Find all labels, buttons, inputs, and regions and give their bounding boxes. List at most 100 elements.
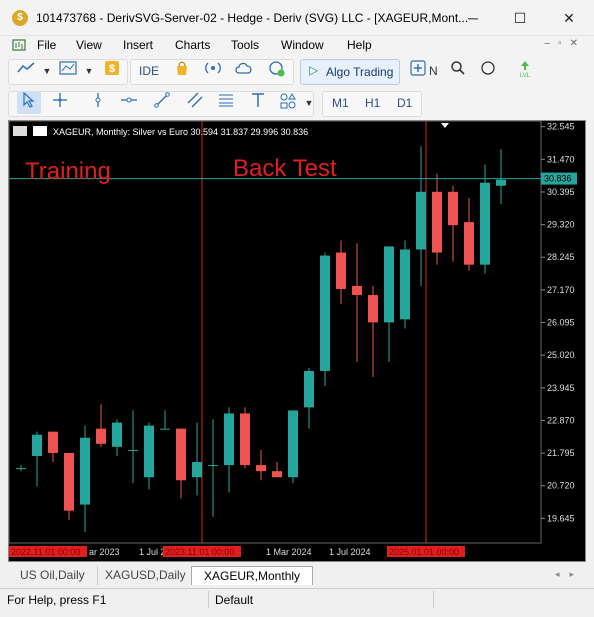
ide-button[interactable]: IDE bbox=[139, 64, 159, 78]
cloud-icon[interactable] bbox=[232, 60, 256, 82]
menu-insert[interactable]: Insert bbox=[123, 38, 153, 52]
annotation-backtest: Back Test bbox=[233, 155, 337, 182]
notifications-icon[interactable] bbox=[476, 60, 500, 82]
signals-icon[interactable] bbox=[201, 60, 225, 82]
candle-body bbox=[240, 413, 250, 466]
separator-date-label: 2025.01.01 00:00 bbox=[389, 547, 459, 557]
chart-tabs: US Oil,Daily XAGUSD,Daily XAGEUR,Monthly… bbox=[0, 564, 594, 586]
y-tick-label: 25.020 bbox=[547, 350, 575, 360]
channel-icon[interactable] bbox=[183, 92, 207, 114]
status-help-text: For Help, press F1 bbox=[7, 593, 107, 607]
menu-view[interactable]: View bbox=[76, 38, 102, 52]
fibonacci-icon[interactable] bbox=[214, 92, 238, 114]
candle-body bbox=[112, 422, 122, 447]
crosshair-icon[interactable] bbox=[48, 92, 72, 114]
algo-trading-label: Algo Trading bbox=[326, 65, 394, 79]
y-tick-label: 22.870 bbox=[547, 415, 575, 425]
tab-scroll-arrows[interactable]: ◂▸ bbox=[555, 569, 584, 580]
x-tick-label: ar 2023 bbox=[89, 547, 120, 557]
vertical-line-icon[interactable] bbox=[86, 92, 110, 114]
chart-symbol-icon bbox=[33, 126, 47, 136]
chevron-down-icon[interactable]: ▼ bbox=[77, 60, 101, 82]
tab-us-oil-daily[interactable]: US Oil,Daily bbox=[8, 566, 98, 585]
x-tick-label: 1 Jul 2 bbox=[139, 547, 166, 557]
tab-xagusd-daily[interactable]: XAGUSD,Daily bbox=[93, 566, 199, 585]
market-icon[interactable] bbox=[170, 60, 194, 82]
y-tick-label: 29.320 bbox=[547, 220, 575, 230]
close-button[interactable]: ✕ bbox=[546, 0, 592, 36]
status-separator bbox=[433, 591, 434, 608]
candle-body bbox=[224, 413, 234, 466]
mdi-window-controls[interactable]: –▫✕ bbox=[545, 38, 587, 49]
vps-icon[interactable] bbox=[265, 60, 289, 82]
candle-body bbox=[368, 295, 378, 323]
y-tick-label: 20.720 bbox=[547, 481, 575, 491]
new-order-label: N bbox=[429, 64, 438, 78]
new-order-icon[interactable] bbox=[406, 60, 430, 82]
annotation-training: Training bbox=[25, 158, 111, 185]
cursor-icon[interactable] bbox=[17, 91, 41, 114]
svg-text:LVL: LVL bbox=[520, 73, 531, 78]
candle-body bbox=[176, 428, 186, 481]
candle-body bbox=[192, 462, 202, 478]
menu-file[interactable]: File bbox=[37, 38, 56, 52]
timeframe-h1[interactable]: H1 bbox=[365, 96, 380, 110]
minimize-button[interactable]: ─ bbox=[450, 0, 496, 36]
title-bar: $ 101473768 - DerivSVG-Server-02 - Hedge… bbox=[0, 0, 594, 36]
status-profile: Default bbox=[215, 593, 254, 607]
chevron-down-icon[interactable]: ▼ bbox=[297, 92, 321, 114]
candle-body bbox=[320, 255, 330, 371]
candle-body bbox=[400, 249, 410, 320]
price-chart[interactable]: 32.545 31.470 30.395 29.320 28.245 27.170 26.0… bbox=[9, 121, 587, 563]
text-tool-icon[interactable] bbox=[246, 92, 270, 114]
separator-date-label: 2023.11.01 00:00 bbox=[165, 547, 234, 557]
current-price-label: 30.836 bbox=[544, 174, 572, 184]
y-tick-label: 23.945 bbox=[547, 383, 575, 393]
y-tick-label: 19.645 bbox=[547, 513, 575, 523]
candle-body bbox=[288, 410, 298, 478]
y-tick-label: 31.470 bbox=[547, 154, 575, 164]
chart-list-icon[interactable] bbox=[13, 126, 27, 136]
candle-body bbox=[384, 246, 394, 323]
y-tick-label: 27.170 bbox=[547, 285, 575, 295]
candle-body bbox=[416, 191, 426, 250]
y-tick-label: 28.245 bbox=[547, 252, 575, 262]
menu-charts[interactable]: Charts bbox=[175, 38, 210, 52]
candle-body bbox=[336, 252, 346, 289]
level-icon[interactable]: LVL bbox=[513, 60, 537, 82]
candle-body bbox=[144, 425, 154, 478]
x-tick-label: 1 Jul 2024 bbox=[329, 547, 371, 557]
menu-help[interactable]: Help bbox=[347, 38, 372, 52]
chart-shift-marker[interactable] bbox=[441, 123, 449, 128]
dollar-icon[interactable]: $ bbox=[100, 60, 124, 82]
candle-body bbox=[272, 471, 282, 478]
horizontal-line-icon[interactable] bbox=[117, 92, 141, 114]
candle-body bbox=[480, 182, 490, 265]
tab-xageur-monthly[interactable]: XAGEUR,Monthly bbox=[191, 566, 314, 585]
status-separator bbox=[208, 591, 209, 608]
menu-bar: File View Insert Charts Tools Window Hel… bbox=[0, 36, 594, 56]
candle-body bbox=[64, 452, 74, 511]
chart-window[interactable]: 32.545 31.470 30.395 29.320 28.245 27.170 26.0… bbox=[8, 120, 586, 562]
menu-window[interactable]: Window bbox=[281, 38, 324, 52]
trendline-icon[interactable] bbox=[150, 92, 174, 114]
candle-body bbox=[432, 191, 442, 253]
svg-text:$: $ bbox=[109, 63, 115, 75]
candle-body bbox=[304, 370, 314, 408]
timeframe-d1[interactable]: D1 bbox=[397, 96, 412, 110]
play-icon: ▷ bbox=[309, 63, 319, 77]
search-icon[interactable] bbox=[446, 60, 470, 82]
menu-tools[interactable]: Tools bbox=[231, 38, 259, 52]
chart-window-icon bbox=[12, 39, 26, 51]
separator-date-label: 2022.11.01 00:00 bbox=[11, 547, 80, 557]
candle-body bbox=[448, 191, 458, 226]
candle-body bbox=[48, 431, 58, 453]
status-bar: For Help, press F1 Default bbox=[0, 588, 594, 610]
candle-body bbox=[80, 437, 90, 505]
y-tick-label: 21.795 bbox=[547, 448, 575, 458]
candle-body bbox=[128, 449, 138, 451]
candle-body bbox=[496, 179, 506, 186]
timeframe-m1[interactable]: M1 bbox=[332, 96, 349, 110]
y-tick-label: 32.545 bbox=[547, 122, 575, 132]
maximize-button[interactable]: ☐ bbox=[497, 0, 543, 36]
